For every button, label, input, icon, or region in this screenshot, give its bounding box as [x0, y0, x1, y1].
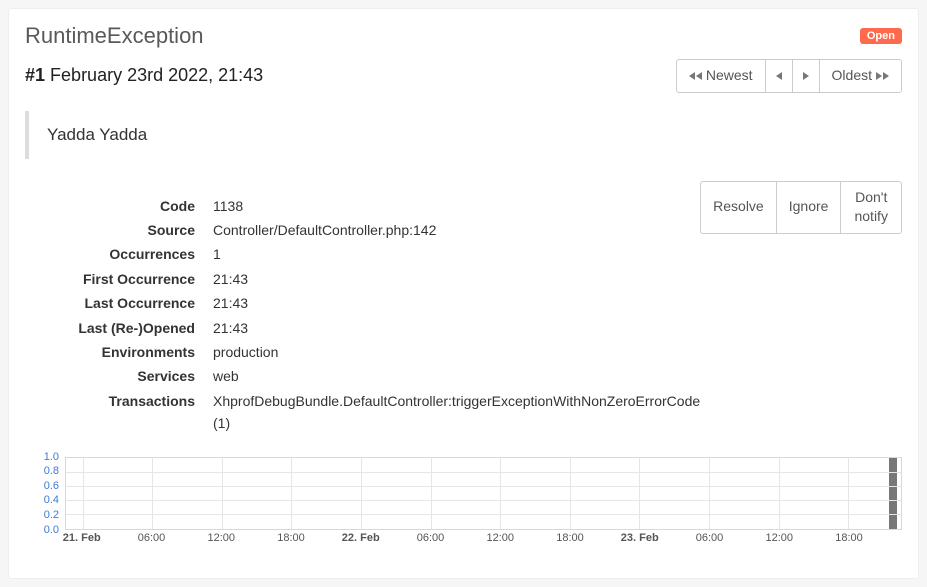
chart-gridline: [66, 500, 901, 501]
chart-y-tick: 1.0: [44, 451, 59, 463]
prev-button[interactable]: [765, 59, 793, 93]
chart-x-tick: 12:00: [765, 532, 793, 544]
details-label-env: Environments: [25, 341, 195, 363]
chart-vgrid: [152, 458, 153, 529]
chart-x-tick: 21. Feb: [63, 532, 101, 544]
newest-button[interactable]: Newest: [676, 59, 766, 93]
chart-vgrid: [779, 458, 780, 529]
chart-x-tick: 06:00: [138, 532, 166, 544]
newest-label: Newest: [706, 67, 753, 83]
chart-x-tick: 12:00: [486, 532, 514, 544]
chart-x-tick: 18:00: [277, 532, 305, 544]
occurrence-number: #1: [25, 65, 45, 85]
chart-x-tick: 22. Feb: [342, 532, 380, 544]
chart-x-tick: 12:00: [207, 532, 235, 544]
oldest-label: Oldest: [832, 67, 872, 83]
details-label-occurrences: Occurrences: [25, 243, 195, 265]
occurrence-heading: #1 February 23rd 2022, 21:43: [25, 65, 263, 86]
details-label-first: First Occurrence: [25, 268, 195, 290]
details-label-services: Services: [25, 365, 195, 387]
details-value-reopened: 21:43: [213, 317, 700, 339]
chart-vgrid: [222, 458, 223, 529]
details-value-first: 21:43: [213, 268, 700, 290]
chart-plot-area: [65, 457, 902, 530]
chart-gridline: [66, 472, 901, 473]
chart-vgrid: [431, 458, 432, 529]
details-value-last: 21:43: [213, 292, 700, 314]
details-label-transactions: Transactions: [25, 390, 195, 435]
chevron-left-icon: [776, 72, 782, 80]
chart-vgrid: [83, 458, 84, 529]
chevron-right-icon: [803, 72, 809, 80]
occurrence-chart: 0.00.20.40.60.81.0 21. Feb06:0012:0018:0…: [25, 457, 902, 550]
details-label-code: Code: [25, 195, 195, 217]
chart-y-tick: 0.0: [44, 524, 59, 536]
chart-y-tick: 0.6: [44, 480, 59, 492]
status-badge: Open: [860, 28, 902, 44]
occurrence-heading-row: #1 February 23rd 2022, 21:43 Newest Olde…: [25, 59, 902, 93]
details-label-source: Source: [25, 219, 195, 241]
chart-y-tick: 0.2: [44, 509, 59, 521]
chart-vgrid: [361, 458, 362, 529]
chart-gridline: [66, 486, 901, 487]
chart-bar-last: [889, 458, 897, 529]
chart-x-tick: 06:00: [417, 532, 445, 544]
chart-vgrid: [848, 458, 849, 529]
double-chevron-left-icon: [689, 72, 702, 80]
chart-y-axis: 0.00.20.40.60.81.0: [25, 457, 63, 530]
occurrence-timestamp: February 23rd 2022, 21:43: [50, 65, 263, 85]
details-label-reopened: Last (Re-)Opened: [25, 317, 195, 339]
details-value-transactions: XhprofDebugBundle.DefaultController:trig…: [213, 390, 700, 435]
details-actions-row: Code 1138 Source Controller/DefaultContr…: [25, 181, 902, 449]
occurrence-nav: Newest Oldest: [676, 59, 902, 93]
page-title: RuntimeException: [25, 23, 204, 49]
details-table: Code 1138 Source Controller/DefaultContr…: [25, 195, 700, 435]
header-row: RuntimeException Open: [25, 23, 902, 49]
next-button[interactable]: [792, 59, 820, 93]
chart-x-tick: 06:00: [696, 532, 724, 544]
resolve-button[interactable]: Resolve: [700, 181, 777, 234]
details-value-env: production: [213, 341, 700, 363]
chart-y-tick: 0.8: [44, 465, 59, 477]
chart-gridline: [66, 514, 901, 515]
chart-vgrid: [709, 458, 710, 529]
chart-vgrid: [500, 458, 501, 529]
error-detail-panel: RuntimeException Open #1 February 23rd 2…: [8, 8, 919, 579]
details-value-services: web: [213, 365, 700, 387]
chart-vgrid: [291, 458, 292, 529]
chart-x-tick: 18:00: [835, 532, 863, 544]
ignore-button[interactable]: Ignore: [776, 181, 842, 234]
chart-x-tick: 23. Feb: [621, 532, 659, 544]
chart-vgrid: [570, 458, 571, 529]
chart-x-axis: 21. Feb 06:00 12:00 18:00 22. Feb 06:00 12:00 1…: [65, 530, 902, 550]
dont-notify-button[interactable]: Don't notify: [840, 181, 902, 234]
oldest-button[interactable]: Oldest: [819, 59, 902, 93]
double-chevron-right-icon: [876, 72, 889, 80]
chart-vgrid: [639, 458, 640, 529]
details-value-code: 1138: [213, 195, 700, 217]
exception-message: Yadda Yadda: [25, 111, 902, 159]
details-value-source: Controller/DefaultController.php:142: [213, 219, 700, 241]
details-label-last: Last Occurrence: [25, 292, 195, 314]
action-buttons: Resolve Ignore Don't notify: [700, 181, 902, 234]
chart-y-tick: 0.4: [44, 494, 59, 506]
details-value-occurrences: 1: [213, 243, 700, 265]
chart-x-tick: 18:00: [556, 532, 584, 544]
